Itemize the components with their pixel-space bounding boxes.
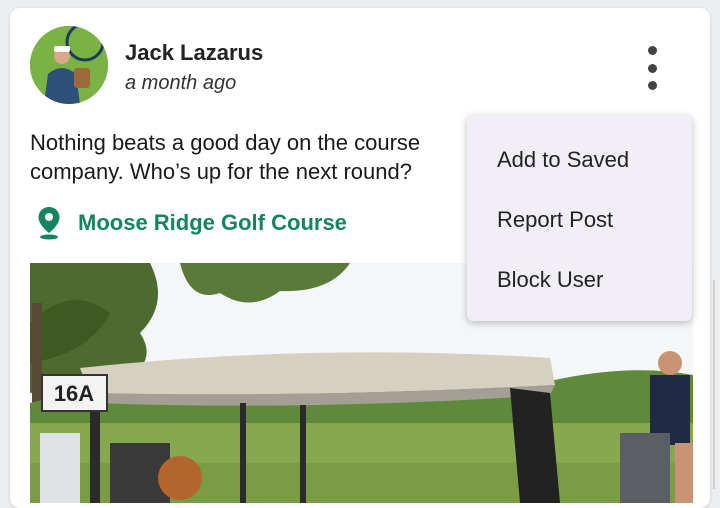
more-vertical-icon-dot [647, 81, 657, 90]
menu-item-block-user[interactable]: Block User [467, 250, 692, 310]
avatar-photo [30, 26, 108, 104]
author-name[interactable]: Jack Lazarus [125, 40, 263, 66]
cart-sign-label: 16A [54, 381, 94, 406]
location-link[interactable]: Moose Ridge Golf Course [37, 206, 347, 240]
post-options-menu: Add to Saved Report Post Block User [467, 115, 692, 321]
more-vertical-icon [647, 46, 657, 55]
menu-item-report-post[interactable]: Report Post [467, 190, 692, 250]
map-pin-icon [38, 207, 60, 240]
more-vertical-icon-dot [647, 63, 657, 73]
scroll-edge [713, 280, 715, 489]
more-options-button[interactable] [640, 46, 664, 90]
menu-item-add-to-saved[interactable]: Add to Saved [467, 130, 692, 190]
location-label: Moose Ridge Golf Course [78, 210, 347, 235]
avatar[interactable] [30, 26, 108, 104]
post-timestamp: a month ago [125, 72, 237, 94]
